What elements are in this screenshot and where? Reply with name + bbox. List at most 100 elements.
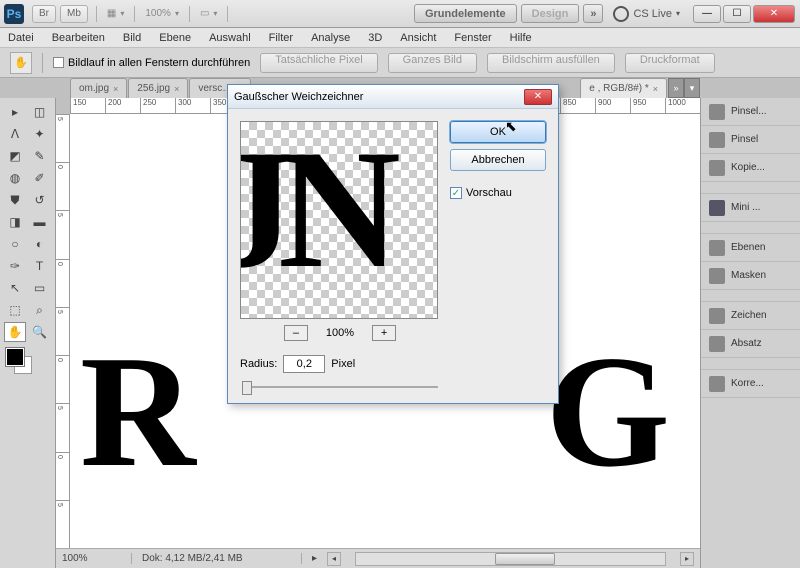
color-swatches[interactable] <box>0 346 55 376</box>
path-tool[interactable]: ↖ <box>4 278 26 298</box>
panel-pinsel-presets[interactable]: Pinsel... <box>701 98 800 126</box>
print-size-button[interactable]: Druckformat <box>625 53 715 73</box>
eraser-tool[interactable]: ◨ <box>4 212 26 232</box>
ps-logo: Ps <box>4 4 24 24</box>
workspace-more[interactable]: » <box>583 4 603 23</box>
document-tab-active[interactable]: e , RGB/8#) *× <box>580 78 667 98</box>
titlebar: Ps Br Mb ▦ 100% ▭ Grundelemente Design »… <box>0 0 800 28</box>
scroll-left-button[interactable]: ◂ <box>327 552 341 566</box>
fit-image-button[interactable]: Ganzes Bild <box>388 53 477 73</box>
options-bar: ✋ Bildlauf in allen Fenstern durchführen… <box>0 48 800 78</box>
cslive-dropdown[interactable]: CS Live <box>613 6 680 22</box>
menu-ebene[interactable]: Ebene <box>159 32 191 44</box>
tabs-more-button[interactable]: » <box>668 78 684 98</box>
radius-label: Radius: <box>240 358 277 370</box>
bridge-button[interactable]: Br <box>32 5 56 23</box>
gaussian-blur-dialog: Gaußscher Weichzeichner ✕ JN – 100% + Ra… <box>227 84 559 404</box>
status-doc-info[interactable]: Dok: 4,12 MB/2,41 MB <box>142 553 302 564</box>
menu-3d[interactable]: 3D <box>368 32 382 44</box>
scroll-all-checkbox[interactable]: Bildlauf in allen Fenstern durchführen <box>53 57 250 69</box>
menu-analyse[interactable]: Analyse <box>311 32 350 44</box>
close-button[interactable]: ✕ <box>753 5 795 23</box>
zoom-in-button[interactable]: + <box>372 325 396 341</box>
actual-pixels-button[interactable]: Tatsächliche Pixel <box>260 53 377 73</box>
screen-mode-dropdown[interactable]: ▭ <box>196 4 221 24</box>
dialog-title: Gaußscher Weichzeichner <box>234 91 524 103</box>
menu-filter[interactable]: Filter <box>269 32 293 44</box>
radius-slider[interactable] <box>240 379 440 395</box>
tools-panel: ▸◫ ⴷ✦ ◩✎ ◍✐ ⛊↺ ◨▬ ○◐ ✑T ↖▭ ⬚⌕ ✋🔍 <box>0 98 56 568</box>
eyedropper-tool[interactable]: ✎ <box>29 146 51 166</box>
move-tool[interactable]: ▸ <box>4 102 26 122</box>
menu-bild[interactable]: Bild <box>123 32 141 44</box>
crop-tool[interactable]: ◩ <box>4 146 26 166</box>
brush-tool[interactable]: ✐ <box>29 168 51 188</box>
minimize-button[interactable]: — <box>693 5 721 23</box>
3d-tool[interactable]: ⬚ <box>4 300 26 320</box>
camera-tool[interactable]: ⌕ <box>29 300 51 320</box>
tabs-menu-button[interactable]: ▾ <box>684 78 700 98</box>
panel-masken[interactable]: Masken <box>701 262 800 290</box>
panel-absatz[interactable]: Absatz <box>701 330 800 358</box>
workspace-grundelemente[interactable]: Grundelemente <box>414 4 517 23</box>
status-zoom[interactable]: 100% <box>62 553 132 564</box>
tab-close-icon[interactable]: × <box>113 84 118 94</box>
hand-tool-icon[interactable]: ✋ <box>10 52 32 74</box>
preview-content: JN <box>240 121 383 307</box>
panel-zeichen[interactable]: Zeichen <box>701 302 800 330</box>
dialog-titlebar[interactable]: Gaußscher Weichzeichner ✕ <box>228 85 558 109</box>
workspace-design[interactable]: Design <box>521 4 580 23</box>
stamp-tool[interactable]: ⛊ <box>4 190 26 210</box>
panel-minibridge[interactable]: Mini ... <box>701 194 800 222</box>
fg-color-swatch[interactable] <box>6 348 24 366</box>
document-tab[interactable]: om.jpg× <box>70 78 127 98</box>
minibridge-button[interactable]: Mb <box>60 5 88 23</box>
menu-bearbeiten[interactable]: Bearbeiten <box>52 32 105 44</box>
dodge-tool[interactable]: ◐ <box>29 234 51 254</box>
vertical-ruler: 505050505 <box>56 114 70 548</box>
radius-unit: Pixel <box>331 358 355 370</box>
arrange-dropdown[interactable]: ▦ <box>103 4 128 24</box>
blur-tool[interactable]: ○ <box>4 234 26 254</box>
radius-input[interactable] <box>283 355 325 373</box>
menu-ansicht[interactable]: Ansicht <box>400 32 436 44</box>
shape-tool[interactable]: ▭ <box>29 278 51 298</box>
zoom-out-button[interactable]: – <box>284 325 308 341</box>
history-tool[interactable]: ↺ <box>29 190 51 210</box>
document-tab[interactable]: 256.jpg× <box>128 78 188 98</box>
panel-ebenen[interactable]: Ebenen <box>701 234 800 262</box>
tab-close-icon[interactable]: × <box>174 84 179 94</box>
wand-tool[interactable]: ✦ <box>29 124 51 144</box>
status-bar: 100% Dok: 4,12 MB/2,41 MB ▸ ◂ ▸ <box>56 548 700 568</box>
pen-tool[interactable]: ✑ <box>4 256 26 276</box>
tab-close-icon[interactable]: × <box>653 84 658 94</box>
preview-area[interactable]: JN <box>240 121 438 319</box>
cancel-button[interactable]: Abbrechen <box>450 149 546 171</box>
menu-fenster[interactable]: Fenster <box>454 32 491 44</box>
zoom-tool[interactable]: 🔍 <box>29 322 51 342</box>
maximize-button[interactable]: ☐ <box>723 5 751 23</box>
marquee-tool[interactable]: ◫ <box>29 102 51 122</box>
status-arrow-icon[interactable]: ▸ <box>312 553 317 564</box>
panel-pinsel[interactable]: Pinsel <box>701 126 800 154</box>
menu-datei[interactable]: Datei <box>8 32 34 44</box>
lasso-tool[interactable]: ⴷ <box>4 124 26 144</box>
fill-screen-button[interactable]: Bildschirm ausfüllen <box>487 53 615 73</box>
gradient-tool[interactable]: ▬ <box>29 212 51 232</box>
panels-dock: Pinsel... Pinsel Kopie... Mini ... Ebene… <box>700 98 800 568</box>
preview-checkbox[interactable]: ✓ Vorschau <box>450 187 546 199</box>
dialog-close-button[interactable]: ✕ <box>524 89 552 105</box>
preview-zoom-label: 100% <box>326 327 354 339</box>
menubar: Datei Bearbeiten Bild Ebene Auswahl Filt… <box>0 28 800 48</box>
panel-kopie[interactable]: Kopie... <box>701 154 800 182</box>
zoom-dropdown[interactable]: 100% <box>141 4 183 24</box>
type-tool[interactable]: T <box>29 256 51 276</box>
ok-button[interactable]: OK <box>450 121 546 143</box>
scroll-right-button[interactable]: ▸ <box>680 552 694 566</box>
horizontal-scrollbar[interactable] <box>355 552 666 566</box>
menu-auswahl[interactable]: Auswahl <box>209 32 251 44</box>
panel-korrekturen[interactable]: Korre... <box>701 370 800 398</box>
menu-hilfe[interactable]: Hilfe <box>510 32 532 44</box>
hand-tool[interactable]: ✋ <box>4 322 26 342</box>
heal-tool[interactable]: ◍ <box>4 168 26 188</box>
